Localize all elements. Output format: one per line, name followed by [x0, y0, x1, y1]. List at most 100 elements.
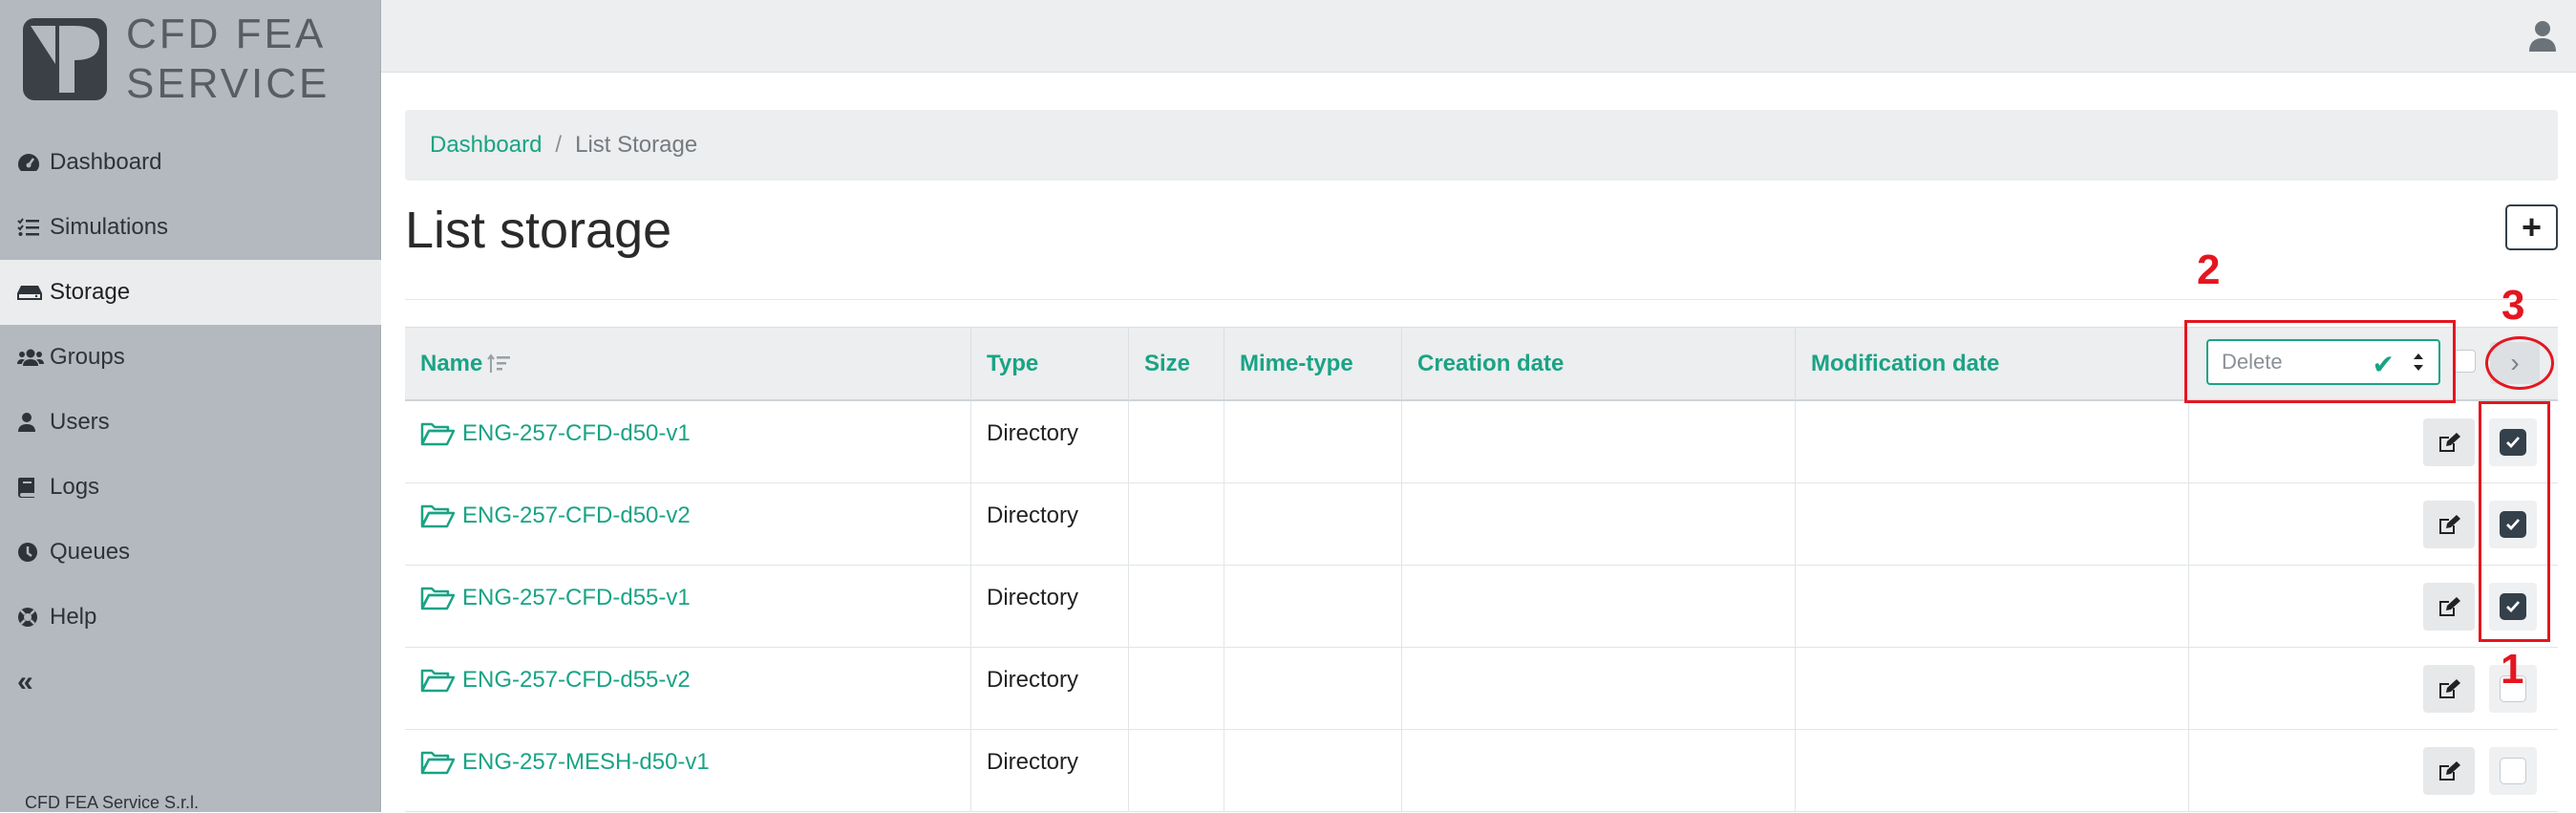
book-icon — [17, 476, 46, 499]
table-row: ENG-257-CFD-d50-v2 Directory — [405, 483, 2558, 566]
sidebar-item-label: Logs — [50, 474, 100, 500]
cell-name: ENG-257-CFD-d50-v1 — [405, 401, 970, 483]
folder-open-icon — [420, 669, 455, 693]
cell-name: ENG-257-CFD-d50-v2 — [405, 483, 970, 566]
file-name-link[interactable]: ENG-257-CFD-d55-v2 — [462, 667, 691, 694]
hdd-icon — [17, 281, 46, 304]
sidebar-item-label: Groups — [50, 344, 125, 370]
logo-icon — [23, 18, 107, 100]
gauge-icon — [17, 151, 46, 174]
sidebar-item-label: Storage — [50, 279, 131, 305]
brand-line-2: SERVICE — [126, 60, 330, 107]
sidebar-item-simulations[interactable]: Simulations — [0, 195, 381, 260]
cell-empty — [1401, 483, 1795, 566]
folder-open-icon — [420, 422, 455, 446]
cell-empty — [1401, 566, 1795, 648]
column-header-creation-date[interactable]: Creation date — [1401, 328, 1795, 400]
sort-ascending-icon[interactable] — [486, 353, 511, 374]
breadcrumb-dashboard-link[interactable]: Dashboard — [430, 132, 542, 159]
cell-empty — [1795, 730, 2188, 812]
cell-name: ENG-257-MESH-d50-v1 — [405, 730, 970, 812]
select-all-checkbox[interactable] — [2453, 350, 2476, 373]
cell-empty — [1224, 648, 1401, 730]
cell-empty — [1795, 566, 2188, 648]
cell-empty — [1128, 401, 1224, 483]
cell-name: ENG-257-CFD-d55-v1 — [405, 566, 970, 648]
folder-open-icon — [420, 504, 455, 528]
sidebar-item-groups[interactable]: Groups — [0, 325, 381, 390]
annotation-box-2 — [2184, 320, 2456, 403]
row-select-wrapper — [2489, 747, 2537, 795]
cell-empty — [1128, 566, 1224, 648]
table-row: ENG-257-CFD-d50-v1 Directory — [405, 401, 2558, 483]
cell-empty — [1401, 648, 1795, 730]
folder-open-icon — [420, 587, 455, 610]
cell-type: Directory — [970, 566, 1128, 648]
users-icon — [17, 346, 46, 369]
edit-icon — [2439, 433, 2460, 452]
sidebar-item-logs[interactable]: Logs — [0, 455, 381, 520]
breadcrumb: Dashboard / List Storage — [405, 110, 2558, 181]
edit-button[interactable] — [2423, 665, 2475, 713]
sidebar-item-label: Queues — [50, 539, 131, 565]
cell-empty — [1128, 730, 1224, 812]
table-row: ENG-257-CFD-d55-v2 Directory — [405, 648, 2558, 730]
cell-type: Directory — [970, 730, 1128, 812]
sidebar-collapse-button[interactable]: « — [0, 650, 381, 715]
edit-button[interactable] — [2423, 418, 2475, 466]
column-header-modification-date[interactable]: Modification date — [1795, 328, 2188, 400]
column-header-type[interactable]: Type — [970, 328, 1128, 400]
annotation-number-3: 3 — [2501, 282, 2525, 329]
column-header-size[interactable]: Size — [1128, 328, 1224, 400]
cell-empty — [1128, 648, 1224, 730]
cell-empty — [1224, 401, 1401, 483]
cell-name: ENG-257-CFD-d55-v2 — [405, 648, 970, 730]
sidebar-item-queues[interactable]: Queues — [0, 520, 381, 585]
edit-icon — [2439, 515, 2460, 534]
row-select-checkbox[interactable] — [2500, 758, 2526, 784]
annotation-box-1 — [2479, 401, 2550, 642]
breadcrumb-current: List Storage — [575, 132, 698, 158]
file-name-link[interactable]: ENG-257-CFD-d50-v1 — [462, 420, 691, 447]
brand-name: CFD FEA SERVICE — [126, 10, 330, 109]
sidebar-item-storage[interactable]: Storage — [0, 260, 381, 325]
column-header-mime-type[interactable]: Mime-type — [1224, 328, 1401, 400]
table-row: ENG-257-CFD-d55-v1 Directory — [405, 566, 2558, 648]
top-bar — [381, 0, 2576, 73]
brand-logo[interactable]: CFD FEA SERVICE — [21, 11, 330, 107]
sidebar-item-label: Simulations — [50, 214, 169, 240]
cell-type: Directory — [970, 648, 1128, 730]
sidebar-item-help[interactable]: Help — [0, 585, 381, 650]
file-name-link[interactable]: ENG-257-CFD-d50-v2 — [462, 503, 691, 529]
file-name-link[interactable]: ENG-257-MESH-d50-v1 — [462, 749, 710, 776]
page-title: List storage — [405, 202, 672, 259]
column-header-name[interactable]: Name — [405, 328, 970, 400]
footer-company: CFD FEA Service S.r.l. — [25, 793, 200, 812]
edit-button[interactable] — [2423, 747, 2475, 795]
edit-button[interactable] — [2423, 501, 2475, 548]
cell-empty — [1224, 483, 1401, 566]
double-chevron-left-icon: « — [17, 666, 33, 697]
cell-empty — [1224, 566, 1401, 648]
sidebar-item-users[interactable]: Users — [0, 390, 381, 455]
cell-empty — [1401, 401, 1795, 483]
sidebar-item-label: Users — [50, 409, 110, 435]
sidebar-item-dashboard[interactable]: Dashboard — [0, 130, 381, 195]
cell-empty — [1128, 483, 1224, 566]
cell-type: Directory — [970, 401, 1128, 483]
cell-empty — [1401, 730, 1795, 812]
cell-empty — [1224, 730, 1401, 812]
user-menu-icon[interactable] — [2528, 19, 2557, 53]
tasks-icon — [17, 216, 46, 239]
sidebar: CFD FEA SERVICE Dashboard Simulations St… — [0, 0, 381, 812]
cell-empty — [1795, 483, 2188, 566]
sidebar-nav: Dashboard Simulations Storage Groups Use… — [0, 130, 381, 715]
sidebar-item-label: Dashboard — [50, 149, 162, 175]
add-storage-button[interactable]: + — [2505, 204, 2558, 250]
file-name-link[interactable]: ENG-257-CFD-d55-v1 — [462, 585, 691, 611]
folder-open-icon — [420, 751, 455, 775]
annotation-number-1: 1 — [2501, 646, 2524, 693]
column-header-label: Name — [420, 351, 483, 376]
edit-button[interactable] — [2423, 583, 2475, 631]
annotation-number-2: 2 — [2197, 246, 2221, 293]
